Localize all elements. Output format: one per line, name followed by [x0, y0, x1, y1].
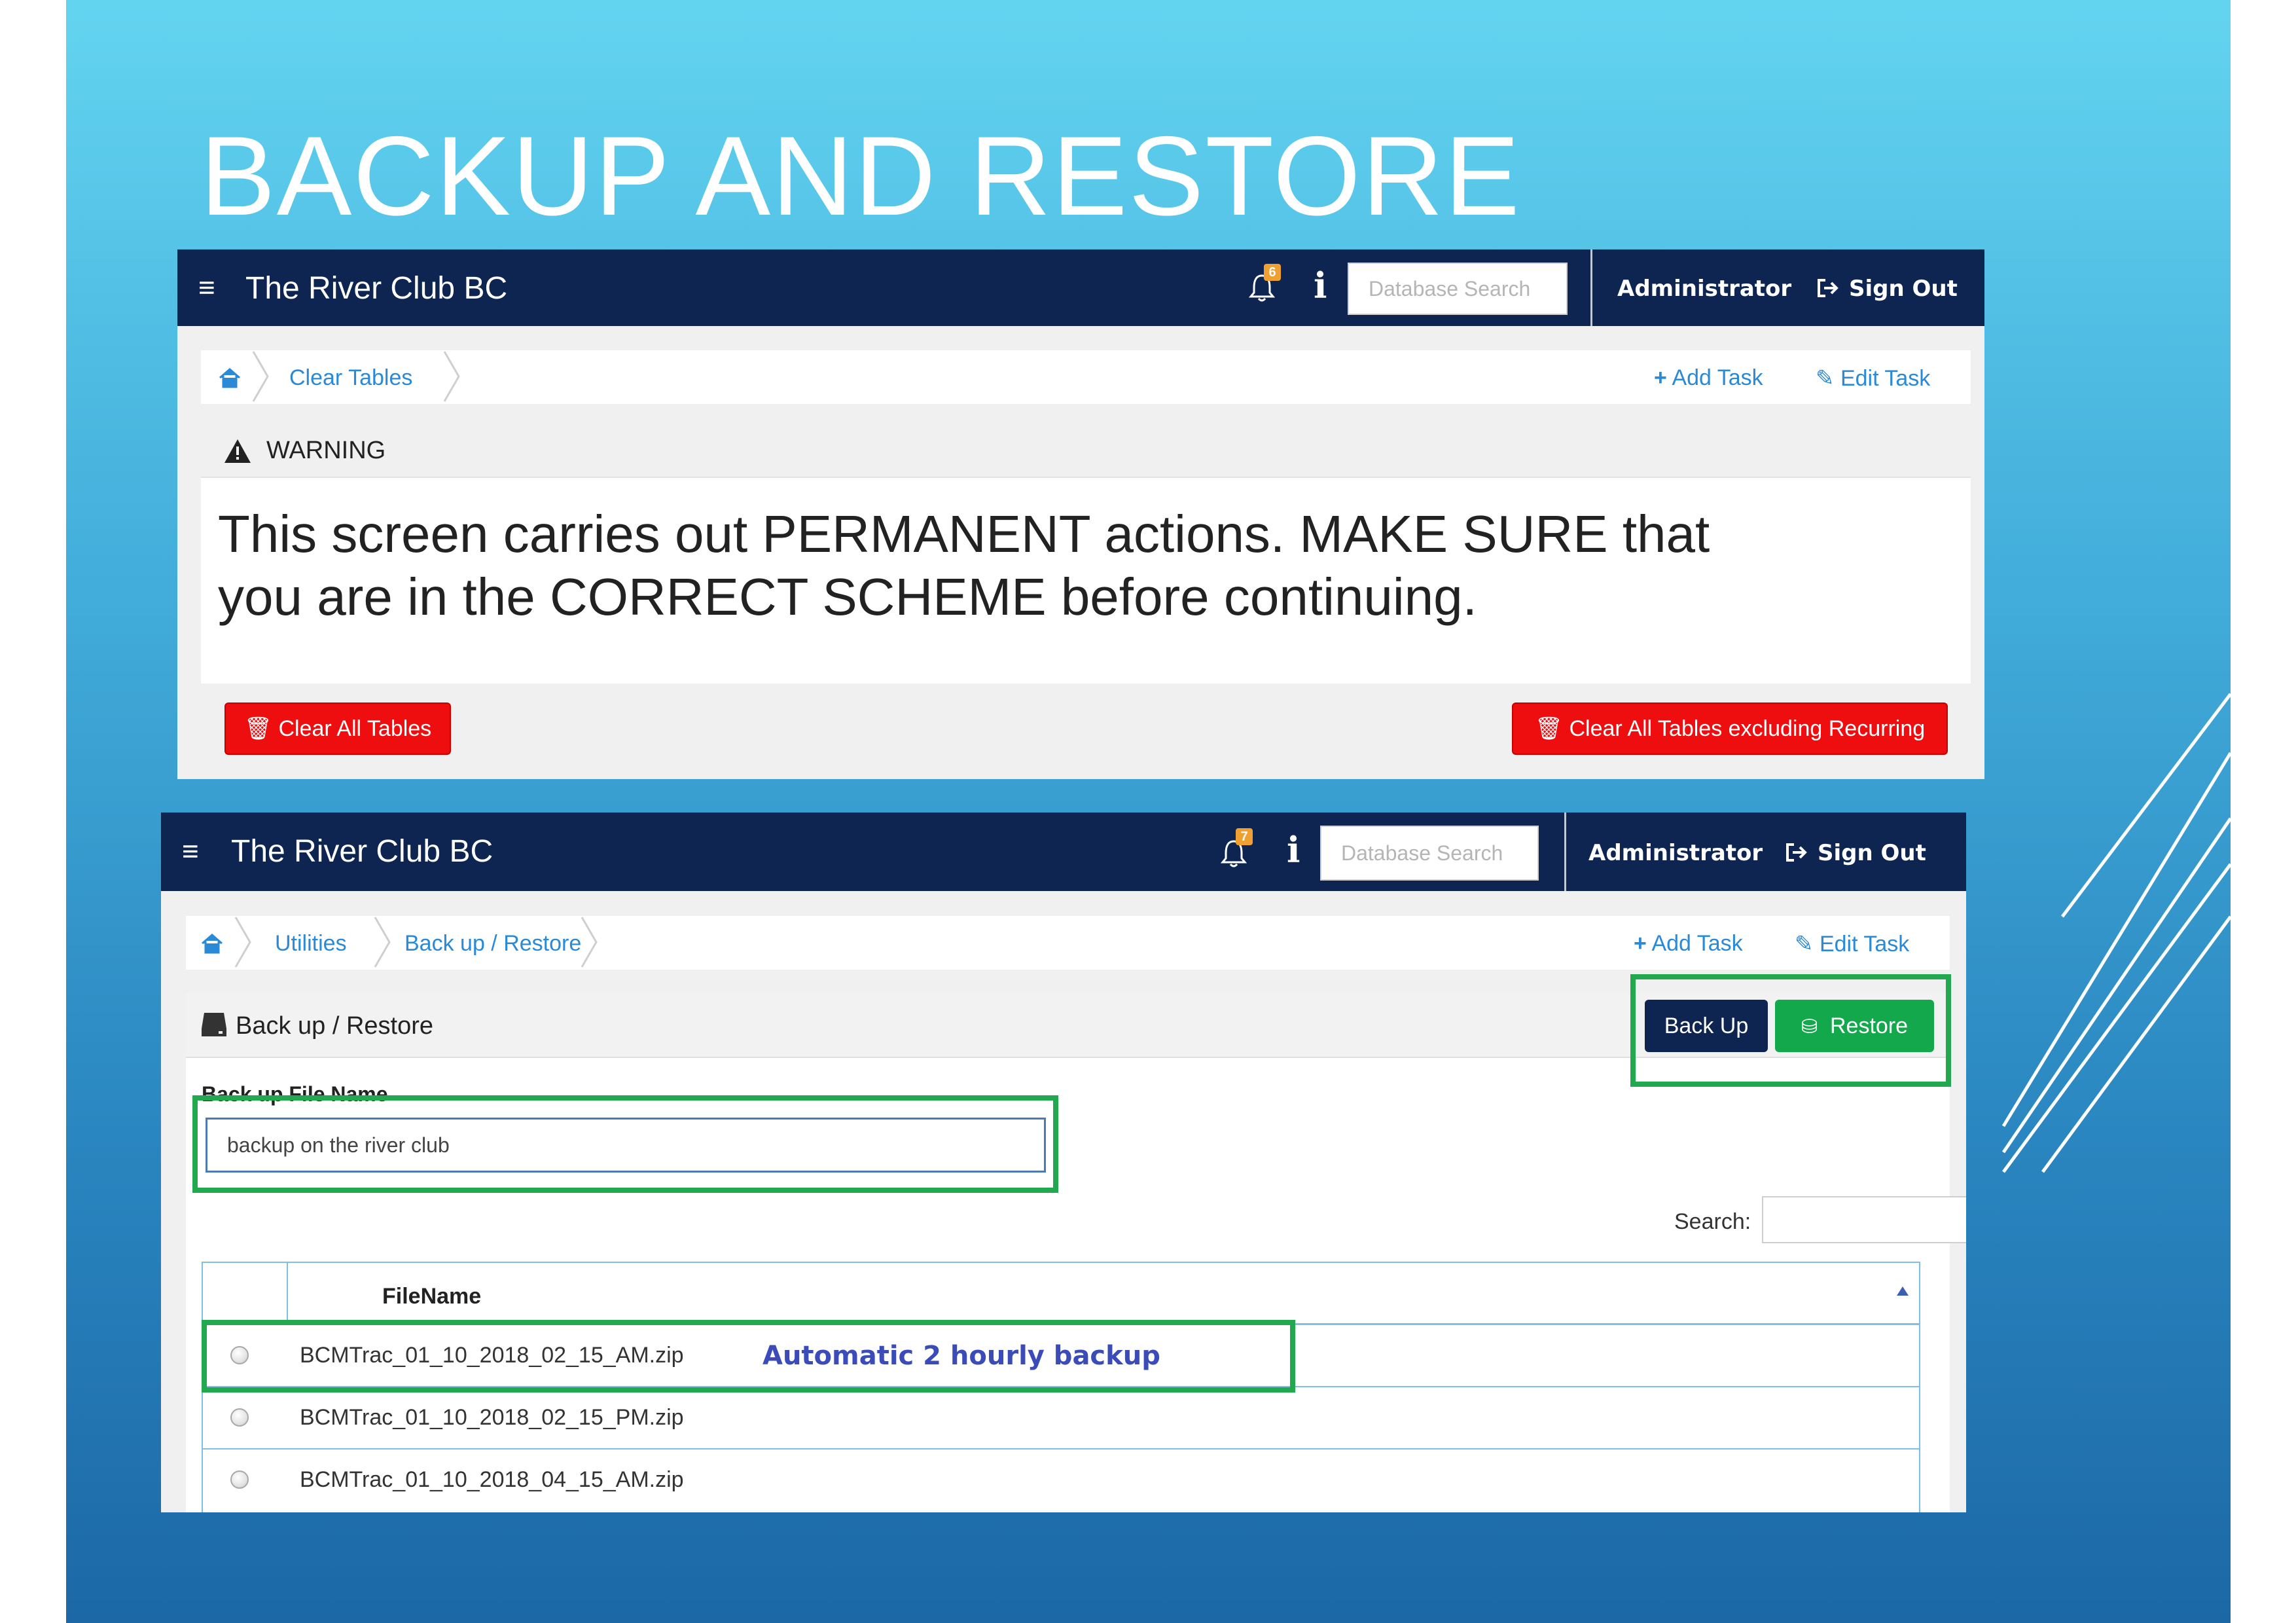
slide: BACKUP AND RESTORE ≡ The River Club BC 6…	[66, 0, 2231, 1623]
edit-icon: ✎	[1795, 932, 1814, 957]
add-task-label: Add Task	[1672, 365, 1763, 390]
warning-title: WARNING	[266, 437, 386, 464]
filename-column-header[interactable]: FileName	[382, 1284, 481, 1309]
warning-message-line-2: you are in the CORRECT SCHEME before con…	[218, 568, 1477, 626]
top-navbar: ≡ The River Club BC 6 i Database Search …	[177, 249, 1984, 326]
info-icon[interactable]: i	[1314, 268, 1327, 303]
table-row[interactable]: BCMTrac_01_10_2018_02_15_PM.zip	[203, 1387, 1919, 1448]
trash-icon: 🗑	[243, 716, 272, 741]
search-label: Search:	[1674, 1209, 1751, 1234]
breadcrumb-separator	[581, 917, 598, 968]
navbar-separator	[1590, 249, 1592, 326]
edit-icon: ✎	[1816, 366, 1835, 391]
row-radio[interactable]	[230, 1408, 249, 1427]
info-icon[interactable]: i	[1287, 832, 1300, 867]
backup-restore-screen: ≡ The River Club BC 7 i Database Search …	[161, 812, 1966, 1512]
notification-badge: 6	[1264, 264, 1281, 281]
breadcrumb-bar: Clear Tables + Add Task ✎ Edit Task	[201, 350, 1971, 404]
home-icon[interactable]	[200, 933, 224, 954]
hdd-icon	[202, 1013, 226, 1036]
database-search-input[interactable]: Database Search	[1348, 263, 1568, 315]
hamburger-icon[interactable]: ≡	[198, 274, 215, 302]
breadcrumb-bar: Utilities Back up / Restore + Add Task ✎…	[186, 916, 1950, 970]
table-search-input[interactable]	[1762, 1196, 1966, 1243]
section-title: Back up / Restore	[236, 1012, 434, 1040]
edit-task-label: Edit Task	[1840, 366, 1931, 391]
top-navbar: ≡ The River Club BC 7 i Database Search …	[161, 812, 1966, 891]
clear-tables-screen: ≡ The River Club BC 6 i Database Search …	[177, 249, 1984, 779]
breadcrumb-backup-restore[interactable]: Back up / Restore	[404, 931, 581, 957]
breadcrumb-separator	[252, 351, 269, 402]
breadcrumb-separator	[443, 351, 460, 402]
warning-body: This screen carries out PERMANENT action…	[201, 478, 1971, 684]
database-search-input[interactable]: Database Search	[1320, 826, 1539, 881]
sign-out-link[interactable]: Sign Out	[1785, 840, 1926, 866]
add-task-label: Add Task	[1651, 931, 1743, 956]
sign-out-label: Sign Out	[1849, 276, 1958, 302]
filename-highlight-box	[192, 1095, 1058, 1193]
breadcrumb-separator	[234, 917, 251, 968]
table-border	[202, 1262, 1920, 1263]
signout-icon	[1818, 279, 1839, 297]
breadcrumb-clear-tables[interactable]: Clear Tables	[289, 365, 412, 391]
warning-header: WARNING	[201, 422, 1971, 478]
notification-badge: 7	[1236, 828, 1253, 845]
administrator-link[interactable]: Administrator	[1588, 840, 1763, 866]
breadcrumb-separator	[374, 917, 391, 968]
edit-task-label: Edit Task	[1819, 932, 1910, 957]
trash-icon: 🗑	[1534, 716, 1564, 741]
add-task-link[interactable]: + Add Task	[1634, 931, 1743, 957]
navbar-separator	[1564, 812, 1566, 891]
breadcrumb-utilities[interactable]: Utilities	[275, 931, 347, 957]
edit-task-link[interactable]: ✎ Edit Task	[1795, 931, 1909, 957]
warning-message-line-1: This screen carries out PERMANENT action…	[218, 505, 1710, 563]
clear-all-label: Clear All Tables	[278, 716, 432, 741]
edit-task-link[interactable]: ✎ Edit Task	[1816, 365, 1930, 392]
row-highlight-box	[202, 1320, 1295, 1393]
slide-title: BACKUP AND RESTORE	[200, 113, 1521, 239]
clear-excluding-label: Clear All Tables excluding Recurring	[1569, 716, 1926, 741]
sign-out-link[interactable]: Sign Out	[1816, 276, 1958, 302]
clear-all-tables-button[interactable]: 🗑 Clear All Tables	[224, 702, 451, 755]
brand-title[interactable]: The River Club BC	[245, 270, 507, 306]
buttons-highlight-box	[1630, 974, 1951, 1087]
signout-icon	[1786, 843, 1807, 862]
hamburger-icon[interactable]: ≡	[182, 837, 199, 866]
table-row[interactable]: BCMTrac_01_10_2018_04_15_AM.zip	[203, 1450, 1919, 1510]
brand-title[interactable]: The River Club BC	[231, 833, 493, 869]
home-icon[interactable]	[218, 367, 242, 388]
add-task-link[interactable]: + Add Task	[1654, 365, 1763, 391]
row-radio[interactable]	[230, 1470, 249, 1489]
plus-icon: +	[1634, 931, 1647, 956]
warning-icon	[224, 439, 251, 463]
clear-all-excluding-recurring-button[interactable]: 🗑 Clear All Tables excluding Recurring	[1512, 702, 1948, 755]
sign-out-label: Sign Out	[1818, 840, 1926, 866]
row-filename: BCMTrac_01_10_2018_04_15_AM.zip	[300, 1467, 684, 1492]
table-column-divider	[287, 1262, 288, 1324]
sort-icon[interactable]	[1895, 1285, 1910, 1297]
administrator-link[interactable]: Administrator	[1617, 276, 1791, 302]
row-filename: BCMTrac_01_10_2018_02_15_PM.zip	[300, 1405, 684, 1430]
plus-icon: +	[1654, 365, 1667, 390]
